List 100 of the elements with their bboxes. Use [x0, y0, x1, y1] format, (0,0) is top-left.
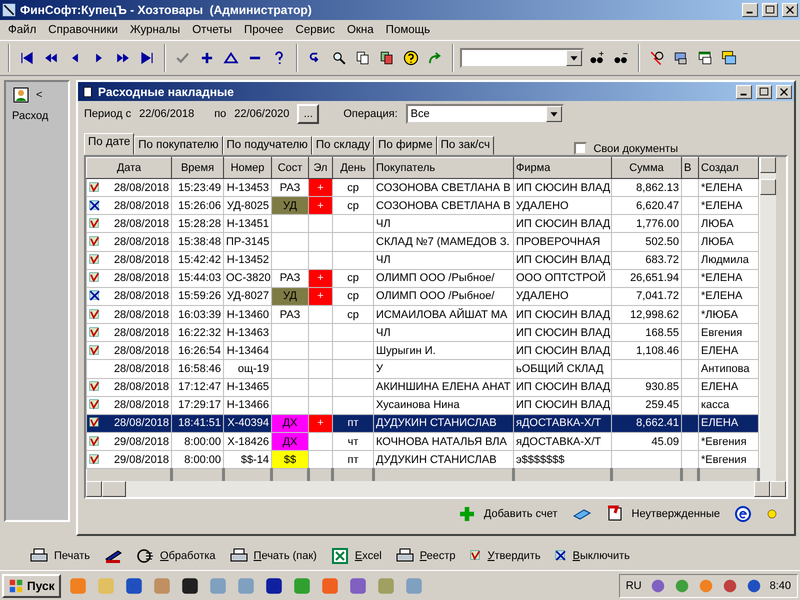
table-cell: 15:59:26: [172, 287, 224, 306]
table-cell: 28/08/2018: [86, 287, 172, 306]
table-cell: 15:26:06: [172, 196, 224, 215]
checkbox-label[interactable]: Свои документы: [593, 142, 678, 154]
toolbar-button[interactable]: Реестр: [396, 547, 456, 565]
close-button[interactable]: [776, 84, 792, 98]
column-header[interactable]: Сост: [272, 158, 308, 178]
checkbox[interactable]: [574, 142, 588, 155]
menu-item[interactable]: Помощь: [380, 24, 436, 36]
maximize-button[interactable]: [762, 3, 778, 17]
tab[interactable]: По дате: [84, 133, 134, 155]
column-header[interactable]: В: [682, 158, 698, 178]
person-document-icon[interactable]: [12, 86, 30, 104]
tab[interactable]: По складу: [312, 136, 374, 155]
tab[interactable]: По фирме: [374, 136, 437, 155]
column-header[interactable]: Время: [172, 158, 224, 178]
status-cell: РАЗ: [272, 305, 308, 324]
document-icon: [82, 86, 94, 98]
browse-button[interactable]: ...: [297, 104, 320, 124]
toolbar-button[interactable]: Выключить: [554, 550, 630, 562]
table-cell: [272, 232, 308, 252]
table-cell: ИП СЮСИН ВЛАД: [514, 178, 612, 197]
caret-icon[interactable]: [566, 50, 582, 66]
tray-icon[interactable]: [722, 578, 738, 594]
caret-icon[interactable]: [546, 106, 562, 122]
column-header[interactable]: Номер: [224, 158, 272, 178]
tray-icon[interactable]: [650, 578, 666, 594]
menu-item[interactable]: Прочее: [238, 24, 290, 36]
clock[interactable]: 8:40: [770, 580, 791, 592]
start-button[interactable]: Пуск: [2, 574, 61, 598]
tab[interactable]: По зак/сч: [436, 136, 494, 155]
horizontal-scrollbar[interactable]: [86, 481, 786, 497]
minimize-button[interactable]: [742, 3, 758, 17]
table-cell: УД-8027: [224, 287, 272, 306]
search-field[interactable]: [460, 48, 584, 68]
table-cell: [308, 305, 332, 324]
table-cell: ср: [332, 287, 374, 306]
maximize-button[interactable]: [756, 84, 772, 98]
column-header[interactable]: Сумма: [612, 158, 682, 178]
language-indicator[interactable]: RU: [626, 580, 642, 592]
table-cell: [272, 251, 308, 270]
operation-dropdown[interactable]: Все: [406, 104, 564, 124]
table-cell: 8:00:00: [172, 450, 224, 469]
side-label[interactable]: Расход: [12, 110, 62, 122]
table-cell: ЧЛ: [374, 214, 514, 233]
table-cell: [332, 251, 374, 270]
table-cell: ДУДУКИН СТАНИСЛАВ: [374, 414, 514, 432]
menu-item[interactable]: Отчеты: [186, 24, 238, 36]
table-cell: 28/08/2018: [86, 232, 172, 252]
check-document-icon: [89, 399, 101, 412]
menu-item[interactable]: Окна: [340, 24, 380, 36]
toolbar-button[interactable]: Печать: [30, 547, 90, 565]
column-header[interactable]: Эл: [308, 158, 332, 178]
status-cell: РАЗ: [272, 269, 308, 288]
table-cell: $$-14: [224, 450, 272, 469]
table-cell: [308, 378, 332, 396]
table-cell: [272, 214, 308, 233]
toolbar-button[interactable]: Утвердить: [470, 550, 541, 562]
action-link[interactable]: Добавить счет: [458, 505, 558, 523]
tray-icon[interactable]: [746, 578, 762, 594]
vertical-scrollbar[interactable]: [760, 157, 776, 481]
column-header[interactable]: Фирма: [514, 158, 612, 178]
table-cell: касса: [698, 396, 758, 414]
table-cell: 259.45: [612, 396, 682, 414]
close-button[interactable]: [782, 3, 798, 17]
table-cell: Н-13452: [224, 251, 272, 270]
e-circle-icon[interactable]: [734, 505, 752, 523]
dot-icon[interactable]: [766, 508, 778, 520]
toolbar-button[interactable]: Excel: [330, 547, 382, 565]
flag-cell: +: [308, 287, 332, 306]
table-cell: 16:22:32: [172, 324, 224, 342]
table-cell: ОС-3820: [224, 269, 272, 288]
tab[interactable]: По подучателю: [222, 136, 312, 155]
toolbar-button[interactable]: Печать (пак): [230, 547, 317, 565]
table-cell: [332, 378, 374, 396]
column-header[interactable]: Покупатель: [374, 158, 514, 178]
menu-item[interactable]: Справочники: [42, 24, 124, 36]
toolbar-button[interactable]: Обработка: [136, 547, 216, 565]
child-window-title: Расходные накладные: [98, 84, 235, 98]
action-link[interactable]: Неутвержденные: [606, 505, 720, 523]
menu-item[interactable]: Журналы: [124, 24, 186, 36]
table-cell: ЕЛЕНА: [698, 378, 758, 396]
collapse-arrow[interactable]: <: [36, 89, 42, 101]
operation-label: Операция:: [343, 108, 398, 120]
menu-item[interactable]: Файл: [2, 24, 42, 36]
minimize-button[interactable]: [736, 84, 752, 98]
table-cell: [308, 324, 332, 342]
column-header[interactable]: День: [332, 158, 374, 178]
menu-item[interactable]: Сервис: [290, 24, 341, 36]
table-cell: [272, 378, 308, 396]
spreadsheet-icon: [330, 547, 349, 565]
column-header[interactable]: Дата: [86, 158, 172, 178]
column-header[interactable]: Создал: [698, 158, 758, 178]
table-cell: ИП СЮСИН ВЛАД: [514, 251, 612, 270]
table-cell: 930.85: [612, 378, 682, 396]
table-cell: 1,776.00: [612, 214, 682, 233]
date-from[interactable]: 22/06/2018: [139, 108, 194, 120]
tab[interactable]: По покупателю: [134, 136, 222, 155]
date-to[interactable]: 22/06/2020: [234, 108, 290, 120]
table-cell: ПР-3145: [224, 232, 272, 252]
